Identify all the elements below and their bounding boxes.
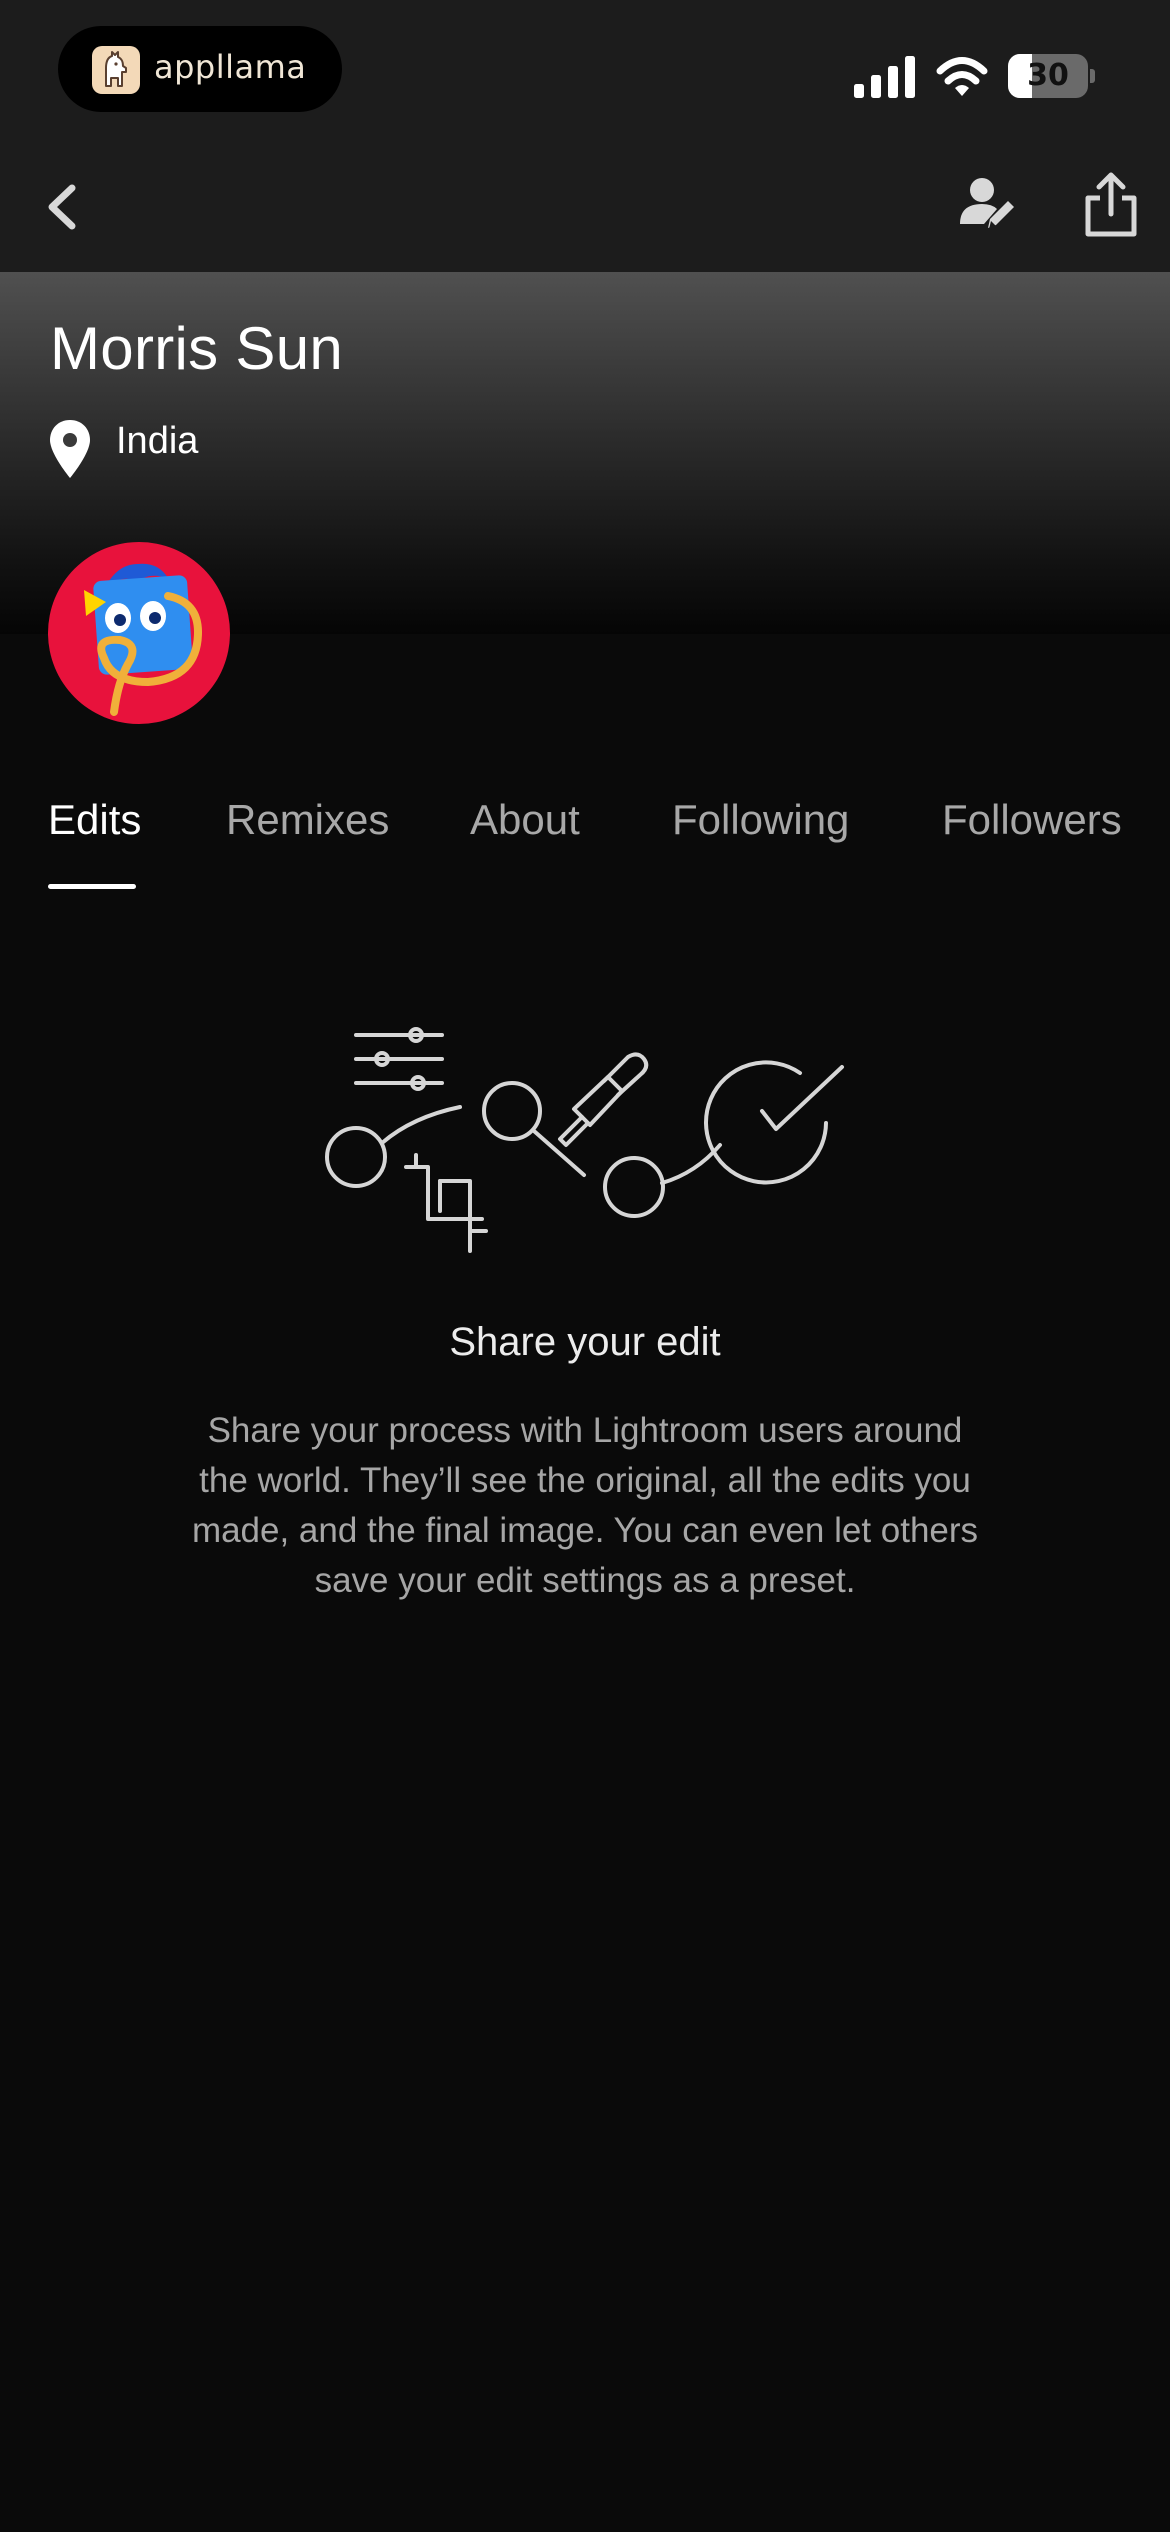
active-tab-indicator bbox=[48, 884, 136, 889]
app-pill[interactable]: appllama bbox=[58, 26, 342, 112]
eyedropper-icon bbox=[558, 1052, 649, 1147]
battery-icon: 30 bbox=[1008, 54, 1095, 98]
empty-state-description: Share your process with Lightroom users … bbox=[191, 1411, 979, 1600]
profile-tabs: Edits Remixes About Following Followers bbox=[0, 796, 1170, 896]
battery-percent: 30 bbox=[1027, 58, 1069, 93]
crop-icon bbox=[404, 1153, 488, 1253]
profile-name: Morris Sun bbox=[50, 315, 344, 382]
cellular-signal-icon bbox=[854, 56, 915, 98]
wifi-icon bbox=[936, 57, 988, 96]
profile-location: India bbox=[116, 420, 199, 462]
profile-screen: appllama 30 Morris Sun India Edits Remix… bbox=[0, 0, 1170, 2532]
checkmark-circle bbox=[704, 1060, 828, 1185]
tab-about[interactable]: About bbox=[470, 796, 580, 844]
battery-body: 30 bbox=[1008, 54, 1088, 98]
edit-steps-illustration bbox=[325, 1027, 844, 1253]
empty-state-title: Share your edit bbox=[449, 1320, 721, 1364]
battery-tip bbox=[1090, 69, 1095, 83]
tab-edits[interactable]: Edits bbox=[48, 796, 141, 844]
status-bar: appllama 30 bbox=[0, 0, 1170, 150]
tab-followers[interactable]: Followers bbox=[942, 796, 1122, 844]
tab-remixes[interactable]: Remixes bbox=[226, 796, 389, 844]
share-icon[interactable] bbox=[1076, 170, 1146, 240]
location-pin-icon bbox=[50, 420, 90, 478]
tab-following[interactable]: Following bbox=[672, 796, 849, 844]
app-pill-label: appllama bbox=[154, 48, 307, 86]
llama-logo-icon bbox=[92, 46, 140, 94]
nav-bar bbox=[0, 150, 1170, 272]
chevron-left-icon[interactable] bbox=[34, 174, 94, 240]
avatar[interactable] bbox=[48, 542, 230, 724]
sliders-icon bbox=[354, 1027, 444, 1091]
edit-profile-icon[interactable] bbox=[956, 172, 1018, 238]
